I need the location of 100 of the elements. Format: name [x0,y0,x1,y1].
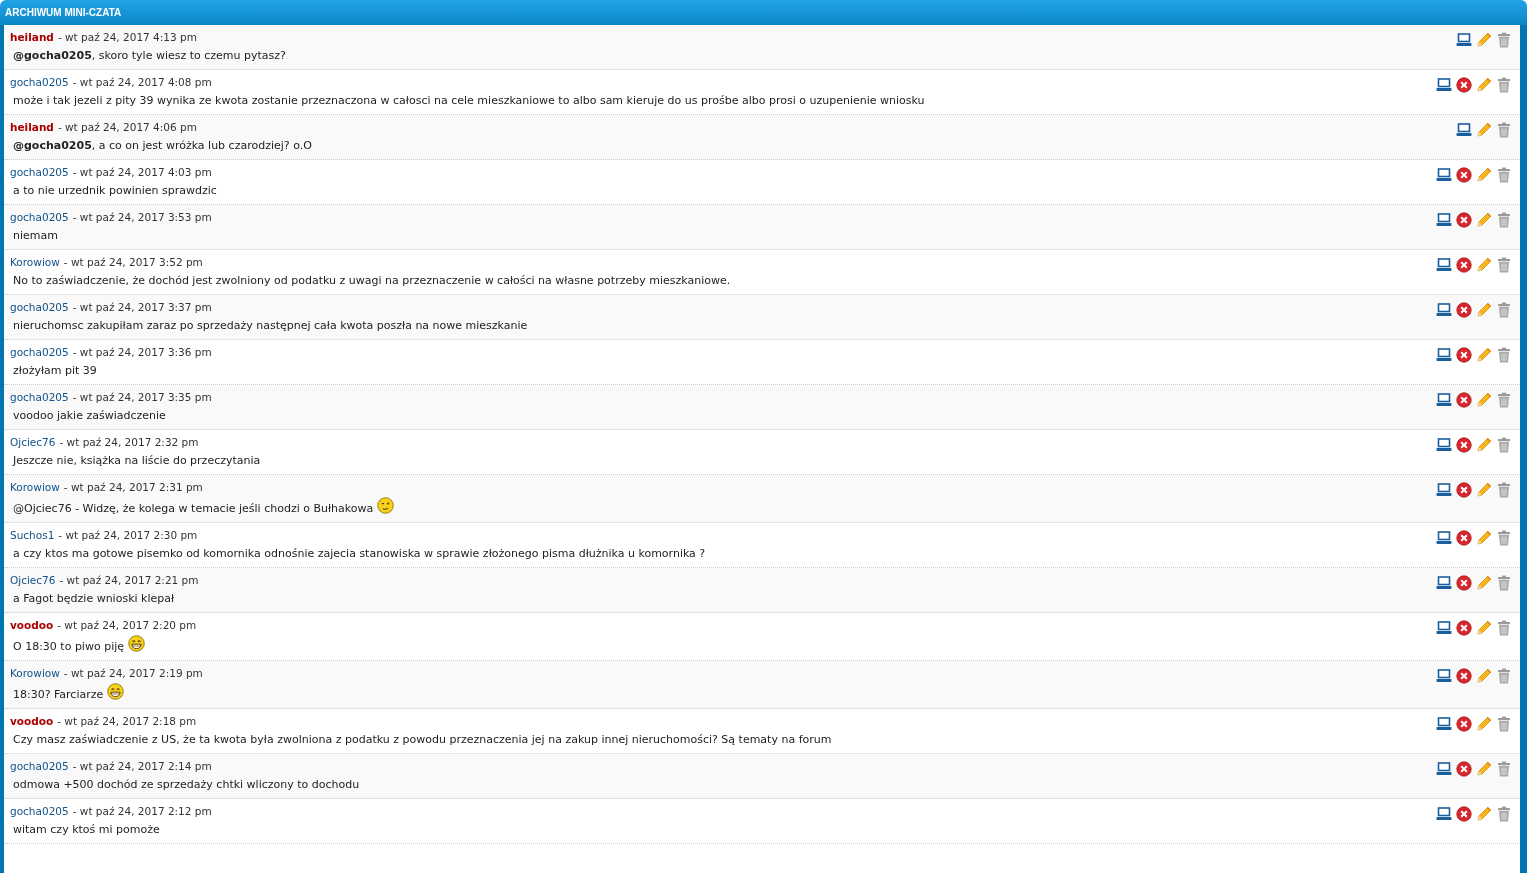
message-date: - wt paź 24, 2017 3:52 pm [63,255,203,270]
panel-title: ARCHIWUM MINI-CZATA [5,7,122,18]
message-text: @gocha0205, a co on jest wróżka lub czarodziej? o.O [13,138,312,154]
author-link[interactable]: heiland [10,30,54,45]
author-link[interactable]: gocha0205 [10,345,69,360]
trash-icon[interactable] [1496,620,1512,636]
message-date: - wt paź 24, 2017 2:31 pm [63,480,203,495]
trash-icon[interactable] [1496,530,1512,546]
trash-icon[interactable] [1496,212,1512,228]
author-link[interactable]: Ojciec76 [10,573,56,588]
author-link[interactable]: gocha0205 [10,300,69,315]
computer-icon[interactable] [1436,761,1452,777]
message-text: Jeszcze nie, książka na liście do przeczytania [13,453,261,469]
author-link[interactable]: Korowiow [10,666,60,681]
computer-icon[interactable] [1436,347,1452,363]
author-link[interactable]: Korowiow [10,255,60,270]
trash-icon[interactable] [1496,32,1512,48]
computer-icon[interactable] [1436,620,1452,636]
computer-icon[interactable] [1436,257,1452,273]
message-date: - wt paź 24, 2017 2:20 pm [57,618,197,633]
remove-icon[interactable] [1456,302,1472,318]
remove-icon[interactable] [1456,806,1472,822]
trash-icon[interactable] [1496,668,1512,684]
computer-icon[interactable] [1436,437,1452,453]
remove-icon[interactable] [1456,347,1472,363]
trash-icon[interactable] [1496,347,1512,363]
message-text: a czy ktos ma gotowe pisemko od komornika odnośnie zajecia stanowiska w sprawie złożonego pisma dłużnika u komornika ? [13,546,706,562]
computer-icon[interactable] [1436,77,1452,93]
computer-icon[interactable] [1436,212,1452,228]
message-date: - wt paź 24, 2017 4:13 pm [57,30,197,45]
author-link[interactable]: gocha0205 [10,390,69,405]
message-date: - wt paź 24, 2017 2:14 pm [72,759,212,774]
remove-icon[interactable] [1456,437,1472,453]
remove-icon[interactable] [1456,575,1472,591]
remove-icon[interactable] [1456,167,1472,183]
author-link[interactable]: voodoo [10,714,54,729]
author-link[interactable]: heiland [10,120,54,135]
computer-icon[interactable] [1456,122,1472,138]
author-link[interactable]: gocha0205 [10,759,69,774]
trash-icon[interactable] [1496,806,1512,822]
author-link[interactable]: gocha0205 [10,804,69,819]
trash-icon[interactable] [1496,302,1512,318]
remove-icon[interactable] [1456,716,1472,732]
computer-icon[interactable] [1436,575,1452,591]
computer-icon[interactable] [1436,482,1452,498]
remove-icon[interactable] [1456,77,1472,93]
message-text: a Fagot będzie wnioski klepał [13,591,175,607]
message-text: 18:30? Farciarze [13,687,104,703]
trash-icon[interactable] [1496,761,1512,777]
message-text: @gocha0205, skoro tyle wiesz to czemu pytasz? [13,48,286,64]
message-date: - wt paź 24, 2017 2:19 pm [63,666,203,681]
message-text: nieruchomsc zakupiłam zaraz po sprzedaży następnej cała kwota poszła na nowe mieszkanie [13,318,528,334]
message-text: O 18:30 to piwo piję [13,639,124,655]
remove-icon[interactable] [1456,212,1472,228]
trash-icon[interactable] [1496,122,1512,138]
message-date: - wt paź 24, 2017 2:32 pm [59,435,199,450]
remove-icon[interactable] [1456,530,1472,546]
message-text: Czy masz zaświadczenie z US, że ta kwota była zwolniona z podatku z powodu przeznaczenia jej na zakup innej nieruchomości? Są tematy na forum [13,732,832,748]
author-link[interactable]: Ojciec76 [10,435,56,450]
remove-icon[interactable] [1456,257,1472,273]
computer-icon[interactable] [1436,530,1452,546]
trash-icon[interactable] [1496,437,1512,453]
message-date: - wt paź 24, 2017 2:12 pm [72,804,212,819]
trash-icon[interactable] [1496,716,1512,732]
computer-icon[interactable] [1436,716,1452,732]
message-date: - wt paź 24, 2017 3:53 pm [72,210,212,225]
trash-icon[interactable] [1496,575,1512,591]
computer-icon[interactable] [1436,668,1452,684]
author-link[interactable]: voodoo [10,618,54,633]
message-text: witam czy ktoś mi pomoże [13,822,160,838]
trash-icon[interactable] [1496,167,1512,183]
trash-icon[interactable] [1496,392,1512,408]
message-date: - wt paź 24, 2017 2:30 pm [58,528,198,543]
computer-icon[interactable] [1436,167,1452,183]
message-text: No to zaświadczenie, że dochód jest zwolniony od podatku z uwagi na przeznaczenie w całości na własne potrzeby mieszkaniowe. [13,273,731,289]
author-link[interactable]: gocha0205 [10,210,69,225]
trash-icon[interactable] [1496,257,1512,273]
message-text: może i tak jezeli z pity 39 wynika ze kwota zostanie przeznaczona w całosci na cele mieszkaniowe to albo sam kieruje do us prośbe albo prosi o uzupenienie wniosku [13,93,925,109]
remove-icon[interactable] [1456,620,1472,636]
message-text: voodoo jakie zaświadczenie [13,408,166,424]
author-link[interactable]: Suchos1 [10,528,55,543]
author-link[interactable]: gocha0205 [10,75,69,90]
message-date: - wt paź 24, 2017 2:18 pm [57,714,197,729]
message-date: - wt paź 24, 2017 3:37 pm [72,300,212,315]
message-date: - wt paź 24, 2017 2:21 pm [59,573,199,588]
remove-icon[interactable] [1456,392,1472,408]
computer-icon[interactable] [1436,392,1452,408]
author-link[interactable]: gocha0205 [10,165,69,180]
remove-icon[interactable] [1456,668,1472,684]
remove-icon[interactable] [1456,761,1472,777]
trash-icon[interactable] [1496,77,1512,93]
message-date: - wt paź 24, 2017 4:03 pm [72,165,212,180]
remove-icon[interactable] [1456,482,1472,498]
author-link[interactable]: Korowiow [10,480,60,495]
trash-icon[interactable] [1496,482,1512,498]
computer-icon[interactable] [1436,302,1452,318]
message-date: - wt paź 24, 2017 3:36 pm [72,345,212,360]
message-text: złożyłam pit 39 [13,363,97,379]
computer-icon[interactable] [1456,32,1472,48]
computer-icon[interactable] [1436,806,1452,822]
